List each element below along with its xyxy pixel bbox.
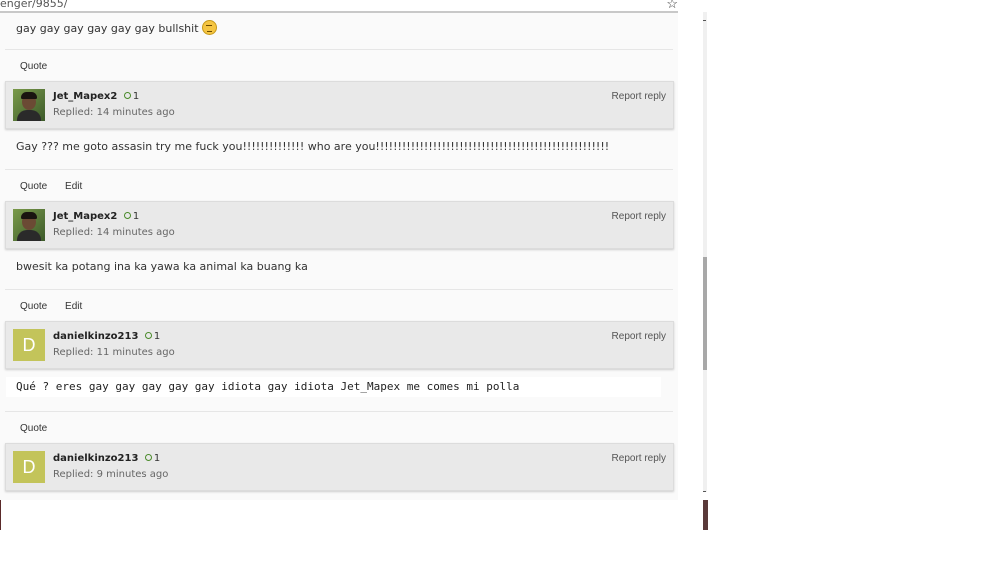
author-link[interactable]: Jet_Mapex2 bbox=[53, 91, 117, 102]
post-body: Qué ? eres gay gay gay gay gay idiota ga… bbox=[6, 377, 661, 397]
address-bar[interactable]: enger/9855/ ☆ bbox=[0, 0, 678, 13]
post-actions: Quote Edit bbox=[20, 181, 97, 192]
divider bbox=[5, 49, 673, 50]
reply-timestamp: Replied: 9 minutes ago bbox=[53, 469, 169, 480]
quote-button[interactable]: Quote bbox=[20, 181, 47, 192]
divider bbox=[5, 289, 673, 290]
reputation-icon bbox=[144, 332, 152, 339]
avatar[interactable] bbox=[13, 209, 45, 241]
report-reply-link[interactable]: Report reply bbox=[612, 211, 666, 222]
divider bbox=[5, 169, 673, 170]
window-edge bbox=[0, 500, 1, 530]
quote-button[interactable]: Quote bbox=[20, 61, 47, 72]
scrollbar-thumb[interactable] bbox=[703, 257, 707, 370]
reputation: 1 bbox=[123, 211, 139, 222]
report-reply-link[interactable]: Report reply bbox=[612, 453, 666, 464]
reputation: 1 bbox=[123, 91, 139, 102]
reply-header: D danielkinzo213 1 Replied: 11 minutes a… bbox=[5, 321, 674, 369]
window-edge bbox=[703, 500, 708, 530]
reputation: 1 bbox=[144, 331, 160, 342]
reply-header: Jet_Mapex2 1 Replied: 14 minutes ago Rep… bbox=[5, 201, 674, 249]
username: Jet_Mapex2 1 bbox=[53, 91, 139, 102]
reply-timestamp: Replied: 14 minutes ago bbox=[53, 227, 175, 238]
author-link[interactable]: danielkinzo213 bbox=[53, 331, 138, 342]
quote-button[interactable]: Quote bbox=[20, 301, 47, 312]
avatar[interactable]: D bbox=[13, 329, 45, 361]
scroll-marker bbox=[703, 491, 706, 492]
post-text: gay gay gay gay gay gay bullshit bbox=[16, 20, 218, 35]
post-body: bwesit ka potang ina ka yawa ka animal k… bbox=[16, 260, 308, 273]
browser-viewport: enger/9855/ ☆ gay gay gay gay gay gay bu… bbox=[0, 0, 678, 500]
avatar[interactable]: D bbox=[13, 451, 45, 483]
scroll-marker bbox=[703, 20, 706, 21]
scrollbar-track[interactable] bbox=[703, 12, 707, 492]
username: danielkinzo213 1 bbox=[53, 453, 160, 464]
edit-button[interactable]: Edit bbox=[65, 301, 82, 312]
post-body: gay gay gay gay gay gay bullshit bbox=[16, 22, 199, 35]
report-reply-link[interactable]: Report reply bbox=[612, 91, 666, 102]
edit-button[interactable]: Edit bbox=[65, 181, 82, 192]
post-actions: Quote bbox=[20, 423, 62, 434]
avatar[interactable] bbox=[13, 89, 45, 121]
username: Jet_Mapex2 1 bbox=[53, 211, 139, 222]
reputation: 1 bbox=[144, 453, 160, 464]
unamused-face-icon bbox=[202, 20, 218, 35]
post-actions: Quote Edit bbox=[20, 301, 97, 312]
url-text[interactable]: enger/9855/ bbox=[0, 0, 67, 10]
reputation-icon bbox=[123, 212, 131, 219]
reply-timestamp: Replied: 11 minutes ago bbox=[53, 347, 175, 358]
reply-timestamp: Replied: 14 minutes ago bbox=[53, 107, 175, 118]
author-link[interactable]: Jet_Mapex2 bbox=[53, 211, 117, 222]
report-reply-link[interactable]: Report reply bbox=[612, 331, 666, 342]
post-body: Gay ??? me goto assasin try me fuck you!… bbox=[16, 140, 610, 153]
reputation-icon bbox=[144, 454, 152, 461]
divider bbox=[5, 411, 673, 412]
reputation-icon bbox=[123, 92, 131, 99]
reply-header: Jet_Mapex2 1 Replied: 14 minutes ago Rep… bbox=[5, 81, 674, 129]
quote-button[interactable]: Quote bbox=[20, 423, 47, 434]
reply-header: D danielkinzo213 1 Replied: 9 minutes ag… bbox=[5, 443, 674, 491]
username: danielkinzo213 1 bbox=[53, 331, 160, 342]
post-actions: Quote bbox=[20, 61, 62, 72]
star-icon[interactable]: ☆ bbox=[666, 0, 678, 11]
author-link[interactable]: danielkinzo213 bbox=[53, 453, 138, 464]
